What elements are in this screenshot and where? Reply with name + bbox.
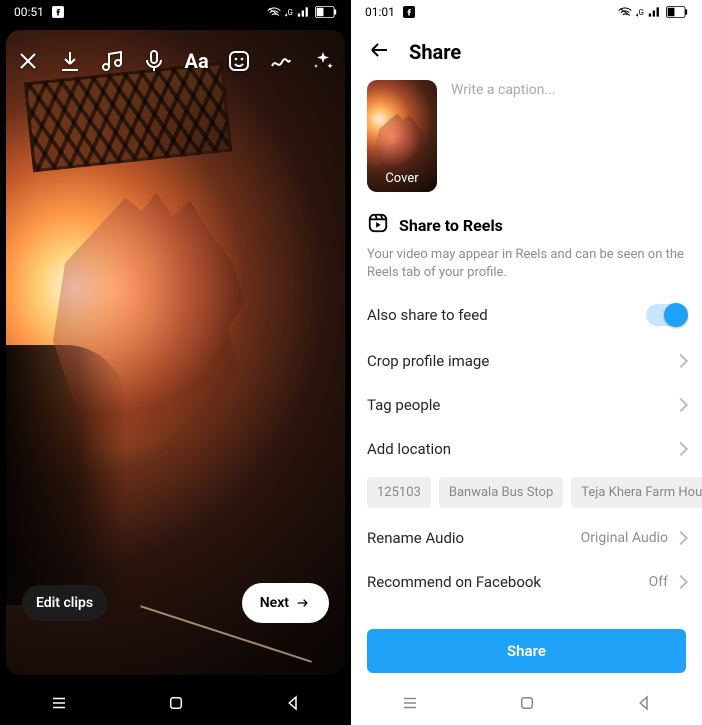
status-bar: 00:51 ₄G — [0, 0, 351, 24]
tag-people-row[interactable]: Tag people — [351, 383, 702, 427]
status-bar: 01:01 ₄G — [351, 0, 702, 24]
also-share-to-feed-label: Also share to feed — [367, 306, 488, 324]
status-time: 01:01 — [365, 5, 395, 19]
download-icon[interactable] — [58, 48, 82, 74]
chevron-right-icon — [674, 531, 688, 545]
location-chip[interactable]: Banwala Bus Stop — [439, 477, 563, 508]
next-button[interactable]: Next — [242, 583, 329, 623]
chevron-right-icon — [674, 398, 688, 412]
network-label-icon: ₄G — [636, 8, 644, 17]
location-chip[interactable]: Teja Khera Farm House — [571, 477, 702, 508]
wifi-mute-icon — [618, 6, 632, 18]
status-indicators: ₄G — [267, 6, 337, 18]
rename-audio-value: Original Audio — [581, 530, 668, 546]
close-icon[interactable] — [16, 48, 40, 74]
editor-bottom-bar: Edit clips Next — [6, 583, 345, 623]
caption-placeholder: Write a caption... — [451, 82, 556, 98]
chevron-right-icon — [674, 442, 688, 456]
battery-icon — [666, 6, 688, 18]
recommend-fb-row[interactable]: Recommend on Facebook Off — [351, 560, 702, 604]
signal-icon — [648, 6, 662, 18]
home-icon[interactable] — [167, 694, 185, 712]
share-screen: 01:01 ₄G Share Cover Write a caption... — [351, 0, 702, 725]
location-chip-row: 125103 Banwala Bus Stop Teja Khera Farm … — [351, 471, 702, 516]
recommend-fb-label: Recommend on Facebook — [367, 573, 541, 591]
editor-canvas[interactable]: Aa Edit clips Next — [6, 30, 345, 675]
chevron-right-icon — [674, 354, 688, 368]
facebook-notif-icon — [403, 6, 415, 18]
location-chip[interactable]: 125103 — [367, 477, 431, 508]
share-to-reels-subtitle: Your video may appear in Reels and can b… — [351, 244, 702, 291]
wifi-mute-icon — [267, 6, 281, 18]
cover-label: Cover — [367, 171, 437, 186]
home-icon[interactable] — [518, 694, 536, 712]
background-hand — [41, 185, 281, 445]
tag-people-label: Tag people — [367, 396, 440, 414]
cover-thumbnail[interactable]: Cover — [367, 80, 437, 192]
caption-input[interactable]: Write a caption... — [451, 80, 686, 192]
add-location-label: Add location — [367, 440, 451, 458]
share-button[interactable]: Share — [367, 629, 686, 673]
reels-icon — [367, 212, 389, 238]
crop-profile-row[interactable]: Crop profile image — [351, 339, 702, 383]
back-arrow-icon[interactable] — [367, 38, 391, 66]
chevron-right-icon — [674, 575, 688, 589]
share-title: Share — [409, 40, 461, 64]
feed-toggle[interactable] — [646, 304, 686, 326]
editor-toolbar: Aa — [16, 48, 335, 74]
share-header: Share — [351, 24, 702, 76]
rename-audio-label: Rename Audio — [367, 529, 464, 547]
next-label: Next — [260, 595, 289, 611]
share-to-reels-header: Share to Reels — [351, 206, 702, 244]
share-to-reels-title: Share to Reels — [399, 216, 503, 235]
editor-screen: 00:51 ₄G — [0, 0, 351, 725]
signal-icon — [297, 6, 311, 18]
sticker-icon[interactable] — [227, 48, 251, 74]
also-share-to-feed-row[interactable]: Also share to feed — [351, 291, 702, 339]
background-grill — [24, 62, 232, 172]
share-button-label: Share — [507, 642, 546, 660]
arrow-right-icon — [295, 595, 311, 611]
edit-clips-label: Edit clips — [36, 595, 93, 611]
cover-hand — [375, 114, 431, 174]
recommend-fb-value: Off — [649, 574, 668, 590]
android-nav-bar — [0, 681, 351, 725]
rename-audio-row[interactable]: Rename Audio Original Audio — [351, 516, 702, 560]
draw-icon[interactable] — [269, 48, 293, 74]
battery-icon — [315, 6, 337, 18]
effects-sparkle-icon[interactable] — [311, 48, 335, 74]
status-time: 00:51 — [14, 5, 44, 19]
edit-clips-button[interactable]: Edit clips — [22, 585, 107, 621]
add-location-row[interactable]: Add location — [351, 427, 702, 471]
caption-row: Cover Write a caption... — [351, 76, 702, 206]
mic-icon[interactable] — [142, 48, 166, 74]
back-icon[interactable] — [635, 694, 653, 712]
recents-icon[interactable] — [50, 694, 68, 712]
music-icon[interactable] — [100, 48, 124, 74]
status-indicators: ₄G — [618, 6, 688, 18]
recents-icon[interactable] — [401, 694, 419, 712]
back-icon[interactable] — [284, 694, 302, 712]
crop-profile-label: Crop profile image — [367, 352, 489, 370]
text-tool-icon[interactable]: Aa — [185, 48, 209, 74]
android-nav-bar — [351, 681, 702, 725]
network-label-icon: ₄G — [285, 8, 293, 17]
facebook-notif-icon — [52, 6, 64, 18]
